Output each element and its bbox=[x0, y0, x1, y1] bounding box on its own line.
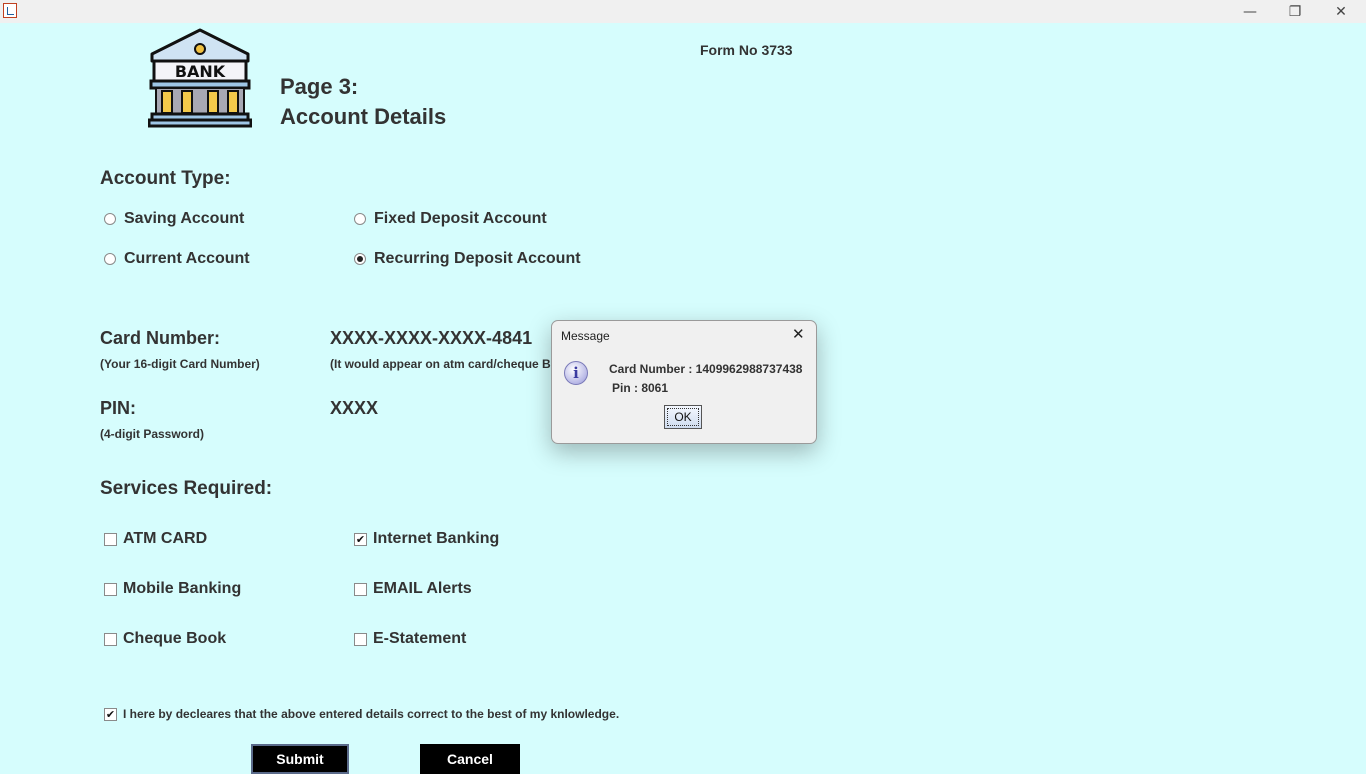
radio-current-account[interactable]: Current Account bbox=[104, 249, 250, 269]
radio-label: Fixed Deposit Account bbox=[374, 210, 547, 227]
page-heading: Account Details bbox=[280, 104, 447, 129]
pin-value: XXXX bbox=[330, 398, 379, 418]
checkbox-e-statement[interactable]: E-Statement bbox=[354, 629, 466, 649]
minimize-icon[interactable]: — bbox=[1227, 0, 1273, 23]
dialog-card-number: Card Number : 1409962988737438 bbox=[609, 362, 803, 376]
bank-logo-icon: BANK bbox=[148, 28, 252, 128]
info-icon: i bbox=[564, 361, 588, 385]
message-dialog: Message ✕ i Card Number : 14099629887374… bbox=[551, 320, 817, 444]
radio-saving-account[interactable]: Saving Account bbox=[104, 209, 244, 229]
radio-button-selected[interactable] bbox=[354, 253, 366, 265]
checkbox-checked[interactable]: ✔ bbox=[104, 707, 117, 721]
checkbox-declaration[interactable]: ✔ I here by decleares that the above ent… bbox=[104, 704, 619, 724]
maximize-icon[interactable]: ❐ bbox=[1272, 0, 1318, 23]
radio-button[interactable] bbox=[104, 253, 116, 265]
card-number-note: (It would appear on atm card/cheque Bo bbox=[330, 357, 559, 371]
pin-hint: (4-digit Password) bbox=[100, 427, 205, 441]
checkbox-label: ATM CARD bbox=[123, 530, 208, 547]
checkbox-atm-card[interactable]: ATM CARD bbox=[104, 529, 207, 549]
checkbox-internet-banking[interactable]: ✔ Internet Banking bbox=[354, 529, 499, 549]
checkbox-mobile-banking[interactable]: Mobile Banking bbox=[104, 579, 241, 599]
radio-label: Recurring Deposit Account bbox=[374, 250, 581, 267]
window-title-bar: — ❐ ✕ bbox=[0, 0, 1366, 23]
checkbox[interactable] bbox=[104, 632, 117, 646]
checkbox[interactable] bbox=[104, 532, 117, 546]
cancel-button[interactable]: Cancel bbox=[420, 744, 520, 774]
account-type-heading: Account Type: bbox=[100, 168, 231, 189]
checkbox-label: EMAIL Alerts bbox=[373, 580, 472, 597]
checkbox-email-alerts[interactable]: EMAIL Alerts bbox=[354, 579, 472, 599]
checkbox-label: Mobile Banking bbox=[123, 580, 242, 597]
checkbox[interactable] bbox=[354, 582, 367, 596]
checkbox[interactable] bbox=[354, 632, 367, 646]
checkbox-label: Internet Banking bbox=[373, 530, 500, 547]
ok-button[interactable]: OK bbox=[664, 405, 702, 429]
radio-recurring-deposit[interactable]: Recurring Deposit Account bbox=[354, 249, 581, 269]
submit-button[interactable]: Submit bbox=[251, 744, 349, 774]
dialog-title: Message bbox=[561, 329, 610, 343]
radio-fixed-deposit[interactable]: Fixed Deposit Account bbox=[354, 209, 547, 229]
page-title: Page 3: Account Details bbox=[280, 72, 446, 132]
checkbox-cheque-book[interactable]: Cheque Book bbox=[104, 629, 226, 649]
radio-button[interactable] bbox=[104, 213, 116, 225]
declaration-label: I here by decleares that the above enter… bbox=[123, 707, 620, 721]
radio-label: Saving Account bbox=[124, 210, 245, 227]
checkbox-label: Cheque Book bbox=[123, 630, 227, 647]
close-icon[interactable]: ✕ bbox=[1318, 0, 1364, 23]
form-number: Form No 3733 bbox=[700, 42, 793, 58]
page-number: Page 3: bbox=[280, 74, 359, 99]
radio-label: Current Account bbox=[124, 250, 250, 267]
checkbox-label: E-Statement bbox=[373, 630, 467, 647]
checkbox[interactable] bbox=[104, 582, 117, 596]
pin-label: PIN: bbox=[100, 398, 136, 418]
card-number-label: Card Number: bbox=[100, 328, 221, 348]
dialog-pin: Pin : 8061 bbox=[612, 381, 669, 395]
radio-button[interactable] bbox=[354, 213, 366, 225]
bank-logo-text: BANK bbox=[175, 62, 226, 81]
dialog-close-icon[interactable]: ✕ bbox=[792, 325, 805, 343]
java-app-icon bbox=[3, 3, 17, 18]
card-number-value: XXXX-XXXX-XXXX-4841 bbox=[330, 328, 533, 348]
services-heading: Services Required: bbox=[100, 478, 273, 499]
card-number-hint: (Your 16-digit Card Number) bbox=[100, 357, 260, 371]
checkbox-checked[interactable]: ✔ bbox=[354, 532, 367, 546]
